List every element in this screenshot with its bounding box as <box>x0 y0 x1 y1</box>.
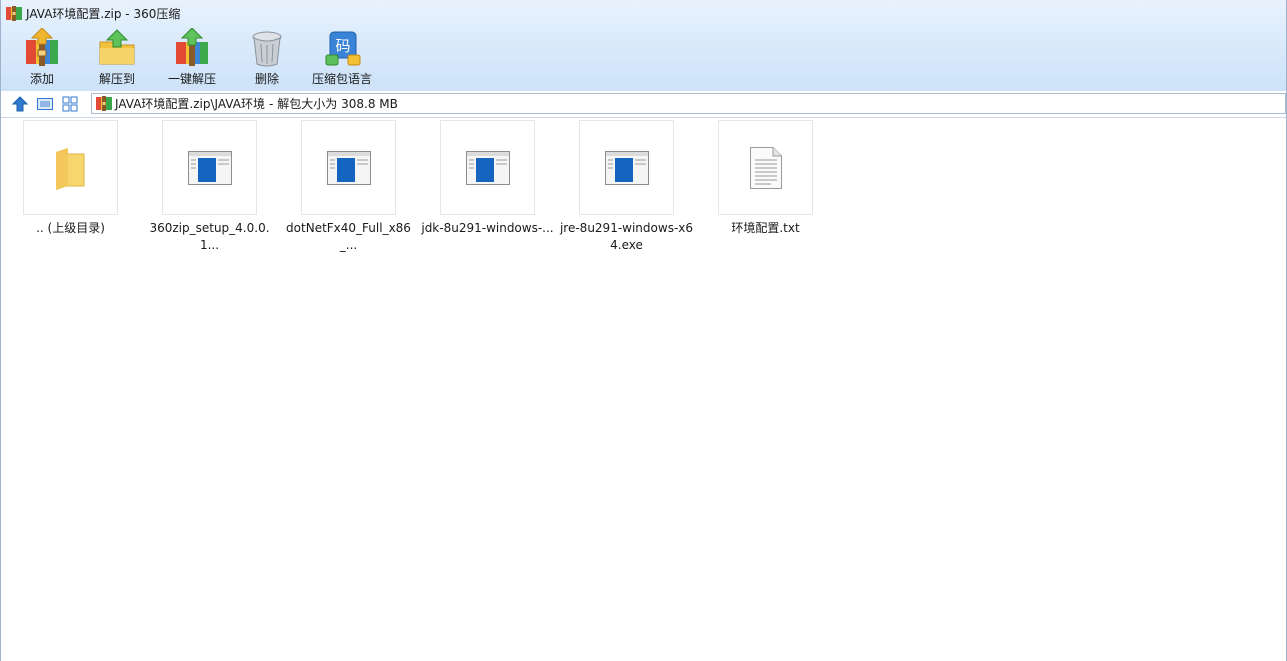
file-thumbnail <box>23 120 118 215</box>
app-window: JAVA环境配置.zip - 360压缩 添加 解压到 一键解压 删除 码 压缩… <box>0 0 1287 661</box>
exe-window-icon <box>326 150 371 185</box>
extract-to-button[interactable]: 解压到 <box>96 28 138 88</box>
one-click-extract-button-label: 一键解压 <box>167 72 216 86</box>
add-button-label: 添加 <box>29 72 54 86</box>
delete-button-label: 删除 <box>254 72 279 86</box>
file-thumbnail <box>440 120 535 215</box>
address-bar[interactable]: JAVA环境配置.zip\JAVA环境 - 解包大小为 308.8 MB <box>91 93 1286 114</box>
exe-window-icon <box>465 150 510 185</box>
path-separator: - <box>268 96 274 111</box>
file-thumbnail <box>301 120 396 215</box>
unpack-size-info: 解包大小为 308.8 MB <box>277 97 398 111</box>
file-name: 360zip_setup_4.0.0.1... <box>149 221 270 252</box>
extract-to-button-label: 解压到 <box>98 72 135 86</box>
file-thumbnail <box>718 120 813 215</box>
file-name: .. (上级目录) <box>36 221 105 235</box>
archive-language-button-label: 压缩包语言 <box>311 72 372 86</box>
archive-language-button[interactable]: 码 压缩包语言 <box>311 28 373 88</box>
extract-to-folder-icon <box>99 29 135 65</box>
file-thumbnail <box>162 120 257 215</box>
folder-icon <box>55 147 84 190</box>
file-name: 环境配置.txt <box>731 221 800 235</box>
one-click-extract-icon <box>176 28 208 66</box>
language-glyph: 码 <box>335 37 350 55</box>
file-thumbnail <box>579 120 674 215</box>
delete-button[interactable]: 删除 <box>247 28 287 88</box>
zip-archive-icon <box>96 96 112 111</box>
zip-archive-icon <box>6 5 22 21</box>
file-list: .. (上级目录) 360zip_setup_4.0.0.1... dotNet… <box>1 118 1286 661</box>
file-name: jre-8u291-windows-x64.exe <box>559 221 694 252</box>
toolbar: 添加 解压到 一键解压 删除 码 压缩包语言 <box>1 28 1286 88</box>
add-archive-icon <box>26 28 58 66</box>
text-document-icon <box>749 146 782 189</box>
trash-bin-icon <box>252 31 282 67</box>
one-click-extract-button[interactable]: 一键解压 <box>167 28 217 88</box>
archive-path: JAVA环境配置.zip\JAVA环境 <box>115 97 265 111</box>
window-chrome: JAVA环境配置.zip - 360压缩 添加 解压到 一键解压 删除 码 压缩… <box>1 0 1286 91</box>
grid-view-icon[interactable] <box>61 95 79 113</box>
add-button[interactable]: 添加 <box>21 28 63 88</box>
large-icon-view-icon[interactable] <box>36 95 54 113</box>
file-name: jdk-8u291-windows-... <box>421 221 554 235</box>
exe-window-icon <box>187 150 232 185</box>
file-name: dotNetFx40_Full_x86_... <box>286 221 411 252</box>
archive-language-icon: 码 <box>325 31 361 66</box>
window-title: JAVA环境配置.zip - 360压缩 <box>26 6 181 21</box>
navigation-bar: JAVA环境配置.zip\JAVA环境 - 解包大小为 308.8 MB <box>1 91 1286 118</box>
up-arrow-icon[interactable] <box>11 95 29 113</box>
exe-window-icon <box>604 150 649 185</box>
title-bar: JAVA环境配置.zip - 360压缩 <box>1 0 1286 26</box>
